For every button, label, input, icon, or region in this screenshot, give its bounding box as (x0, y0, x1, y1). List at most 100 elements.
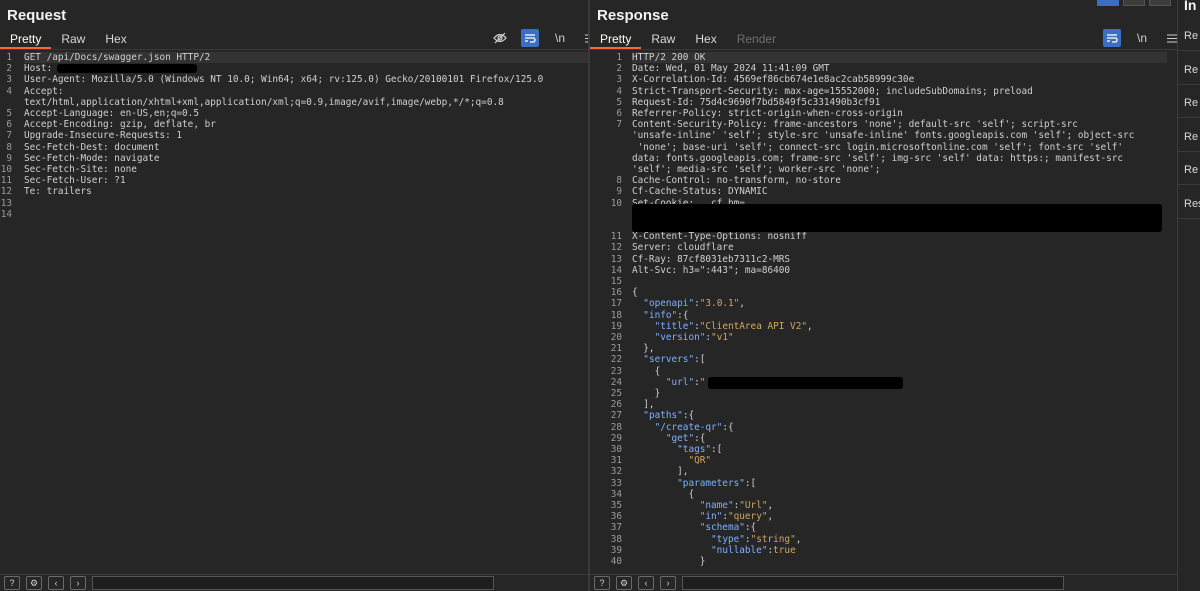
inspector-item-divider (1178, 217, 1200, 219)
forward-arrow-icon[interactable]: › (70, 576, 86, 590)
code-line: { (632, 488, 695, 500)
request-search-input[interactable] (92, 576, 494, 590)
line-number (0, 97, 12, 108)
inspector-item-divider (1178, 150, 1200, 152)
response-toolbar: \n (1103, 29, 1177, 47)
code-line: Date: Wed, 01 May 2024 11:41:09 GMT (632, 63, 830, 75)
code-line: "paths":{ (643, 410, 695, 422)
inspector-item[interactable]: Re (1184, 30, 1198, 42)
code-line: }, (632, 343, 655, 355)
code-line: X-Content-Type-Options: nosniff (632, 231, 807, 243)
request-toolbar: \n (491, 29, 588, 47)
line-number: 20 (610, 332, 622, 343)
newline-icon[interactable]: \n (1133, 29, 1151, 47)
newline-icon[interactable]: \n (551, 29, 569, 47)
request-bottom-bar: ? ⚙ ‹ › (0, 574, 588, 591)
inspector-item[interactable]: Res (1184, 198, 1200, 210)
response-tab-render[interactable]: Render (727, 31, 786, 47)
forward-arrow-icon[interactable]: › (660, 576, 676, 590)
word-wrap-icon[interactable] (521, 29, 539, 47)
line-number: 29 (610, 432, 622, 444)
line-number: 9 (6, 152, 12, 164)
hide-eye-icon[interactable] (491, 29, 509, 47)
gear-icon[interactable]: ⚙ (26, 576, 42, 590)
line-number: 40 (610, 556, 622, 567)
request-title: Request (7, 7, 67, 24)
code-line: Content-Security-Policy: frame-ancestors… (632, 119, 1078, 131)
line-number: 33 (610, 477, 622, 489)
inspector-item-divider (1178, 50, 1200, 51)
code-line: "parameters":[ (677, 477, 757, 489)
code-line: Accept-Encoding: gzip, deflate, br (24, 119, 216, 131)
code-line: HTTP/2 200 OK (632, 52, 706, 63)
code-line: Strict-Transport-Security: max-age=15552… (632, 85, 1033, 97)
line-number: 39 (610, 544, 622, 556)
code-line: Sec-Fetch-Dest: document (24, 141, 160, 153)
menu-icon[interactable] (1163, 29, 1177, 47)
code-line: Sec-Fetch-Mode: navigate (24, 152, 160, 164)
help-icon[interactable]: ? (4, 576, 20, 590)
layout-split-button[interactable] (1097, 0, 1119, 6)
code-line: Host: (24, 63, 58, 75)
line-number: 19 (610, 320, 622, 332)
response-search-input[interactable] (682, 576, 1064, 590)
line-number: 7 (6, 130, 12, 142)
request-pane: Request Pretty Raw Hex \n 1 GET /api/Docs… (0, 0, 588, 591)
request-tab-raw[interactable]: Raw (51, 31, 95, 47)
line-number: 13 (0, 197, 12, 209)
inspector-item[interactable]: Re (1184, 131, 1198, 143)
request-editor[interactable]: 1 GET /api/Docs/swagger.json HTTP/2 2 Host:… (0, 52, 588, 575)
back-arrow-icon[interactable]: ‹ (638, 576, 654, 590)
inspector-item[interactable]: Re (1184, 97, 1198, 109)
code-line: Cache-Control: no-transform, no-store (632, 175, 841, 187)
line-number: 2 (6, 63, 12, 75)
menu-icon[interactable] (581, 29, 588, 47)
code-line: X-Correlation-Id: 4569ef86cb674e1e8ac2ca… (632, 74, 915, 86)
response-editor[interactable]: 1 HTTP/2 200 OK 2 Date: Wed, 01 May 2024 11… (590, 52, 1177, 575)
code-line: Referrer-Policy: strict-origin-when-cros… (632, 108, 903, 119)
layout-single-button[interactable] (1149, 0, 1171, 6)
line-number: 1 (616, 52, 622, 63)
help-icon[interactable]: ? (594, 576, 610, 590)
response-tab-hex[interactable]: Hex (685, 31, 726, 47)
response-tab-pretty[interactable]: Pretty (590, 31, 642, 49)
code-line: { (632, 287, 638, 299)
code-line: 'unsafe-inline' 'self'; style-src 'unsaf… (632, 130, 1135, 142)
back-arrow-icon[interactable]: ‹ (48, 576, 64, 590)
code-line: text/html,application/xhtml+xml,applicat… (24, 96, 504, 108)
response-tab-raw[interactable]: Raw (641, 31, 685, 47)
line-number (590, 142, 622, 153)
line-number: 9 (616, 186, 622, 198)
word-wrap-icon[interactable] (1103, 29, 1121, 47)
layout-switcher (1097, 0, 1171, 6)
line-number: 12 (0, 186, 12, 198)
code-line: Request-Id: 75d4c9690f7bd5849f5c331490b3… (632, 96, 881, 108)
code-line: Upgrade-Insecure-Requests: 1 (24, 130, 183, 142)
redacted-url (708, 376, 903, 389)
request-tab-pretty[interactable]: Pretty (0, 31, 52, 49)
layout-horizontal-button[interactable] (1123, 0, 1145, 6)
line-number: 8 (6, 141, 12, 153)
inspector-item[interactable]: Re (1184, 64, 1198, 76)
code-line: "tags":[ (677, 444, 723, 455)
gear-icon[interactable]: ⚙ (616, 576, 632, 590)
code-line: Cf-Cache-Status: DYNAMIC (632, 186, 768, 198)
line-number: 38 (610, 533, 622, 545)
line-number: 24 (610, 376, 622, 388)
redacted-host (57, 64, 197, 74)
line-number: 5 (616, 96, 622, 108)
code-line: Sec-Fetch-User: ?1 (24, 175, 126, 187)
response-title: Response (597, 7, 669, 24)
code-line: "nullable":true (711, 544, 796, 556)
request-tab-hex[interactable]: Hex (95, 31, 136, 47)
code-line: ], (632, 466, 689, 478)
inspector-item-divider (1178, 83, 1200, 85)
code-line: "version":"v1" (654, 332, 734, 343)
code-line: } (632, 388, 661, 399)
inspector-item[interactable]: Re (1184, 164, 1198, 176)
code-line: 'self'; media-src 'self'; worker-src 'no… (632, 164, 881, 175)
code-line: Sec-Fetch-Site: none (24, 164, 137, 175)
line-number: 4 (6, 85, 12, 97)
line-number: 27 (610, 410, 622, 422)
line-number: 36 (610, 511, 622, 523)
